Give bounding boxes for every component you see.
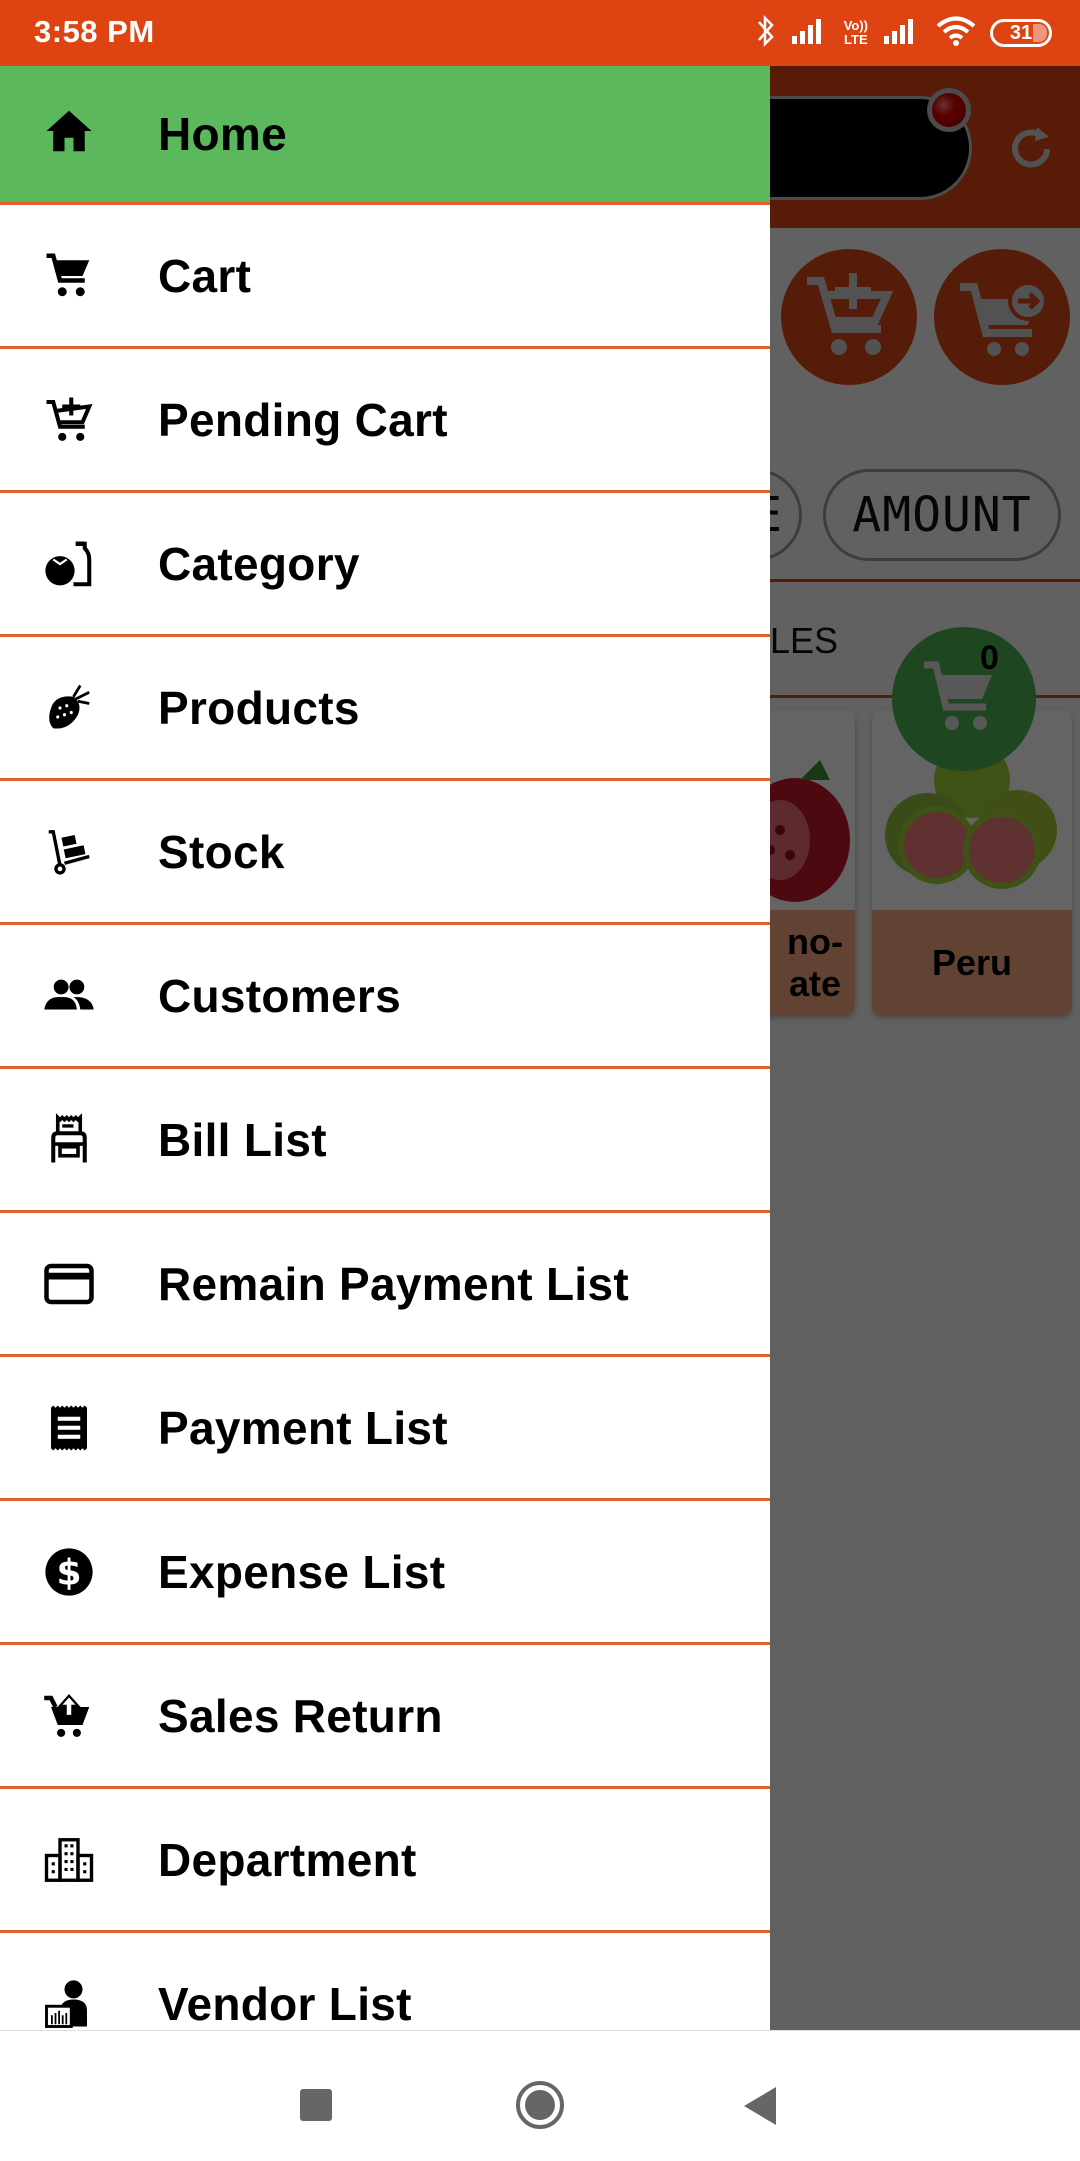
volte-icon: Vo)) LTE [844,19,868,47]
status-time: 3:58 PM [34,14,155,49]
battery-level: 31 [1009,22,1033,44]
drawer-item-label: Cart [158,249,252,302]
drawer-item-vendor-list[interactable]: Vendor List [0,1933,770,2030]
grocery-icon [42,537,96,591]
recents-button[interactable] [255,2031,375,2161]
drawer-item-category[interactable]: Category [0,493,770,637]
cash-register-icon [42,1112,96,1167]
volte-top: Vo)) [843,18,868,33]
battery-icon: 31 [990,19,1052,47]
status-bar: 3:58 PM Vo)) LTE 31 [0,0,1080,66]
drawer-item-label: Remain Payment List [158,1257,629,1310]
bluetooth-icon [756,13,776,54]
back-icon [744,2087,776,2125]
drawer-item-label: Customers [158,969,401,1022]
drawer-item-payment-list[interactable]: Payment List [0,1357,770,1501]
drawer-item-pending-cart[interactable]: Pending Cart [0,349,770,493]
svg-text:$: $ [56,1552,81,1593]
drawer-item-label: Home [158,108,288,160]
drawer-item-label: Category [158,537,360,590]
dollar-icon: $ [42,1545,96,1599]
drawer-item-products[interactable]: Products [0,637,770,781]
drawer-item-stock[interactable]: Stock [0,781,770,925]
cart-icon [42,249,96,303]
drawer-item-bill-list[interactable]: Bill List [0,1069,770,1213]
drawer-item-label: Expense List [158,1545,446,1598]
recents-icon [300,2089,332,2121]
drawer-item-expense-list[interactable]: $ Expense List [0,1501,770,1645]
back-button[interactable] [700,2031,820,2161]
cart-return-icon [42,1689,96,1743]
drawer-item-cart[interactable]: Cart [0,205,770,349]
drawer-item-customers[interactable]: Customers [0,925,770,1069]
drawer-item-label: Department [158,1833,417,1886]
cart-plus-icon [42,393,96,447]
status-icons: Vo)) LTE 31 [756,14,1052,52]
signal-icon [790,16,830,51]
receipt-icon [42,1401,96,1455]
drawer-item-remain-payment-list[interactable]: Remain Payment List [0,1213,770,1357]
system-nav-bar [0,2030,1080,2161]
signal-icon [882,16,922,51]
navigation-drawer: Home Cart Pending Cart Category Products… [0,66,770,2030]
drawer-item-label: Stock [158,825,285,878]
drawer-item-label: Vendor List [158,1977,412,2030]
home-icon [42,104,96,158]
drawer-item-label: Pending Cart [158,393,448,446]
drawer-item-label: Products [158,681,360,734]
wifi-icon [936,15,976,52]
strawberry-icon [42,681,96,735]
home-circle-icon [516,2081,564,2129]
vendor-icon [42,1977,96,2031]
home-button[interactable] [480,2031,600,2161]
building-icon [42,1833,96,1887]
drawer-item-department[interactable]: Department [0,1789,770,1933]
people-icon [42,969,96,1023]
drawer-item-sales-return[interactable]: Sales Return [0,1645,770,1789]
drawer-item-home[interactable]: Home [0,66,770,205]
drawer-item-label: Payment List [158,1401,448,1454]
volte-bottom: LTE [844,32,868,47]
drawer-item-label: Sales Return [158,1689,443,1742]
hand-truck-icon [42,825,96,879]
credit-card-icon [42,1257,96,1311]
drawer-item-label: Bill List [158,1113,327,1166]
